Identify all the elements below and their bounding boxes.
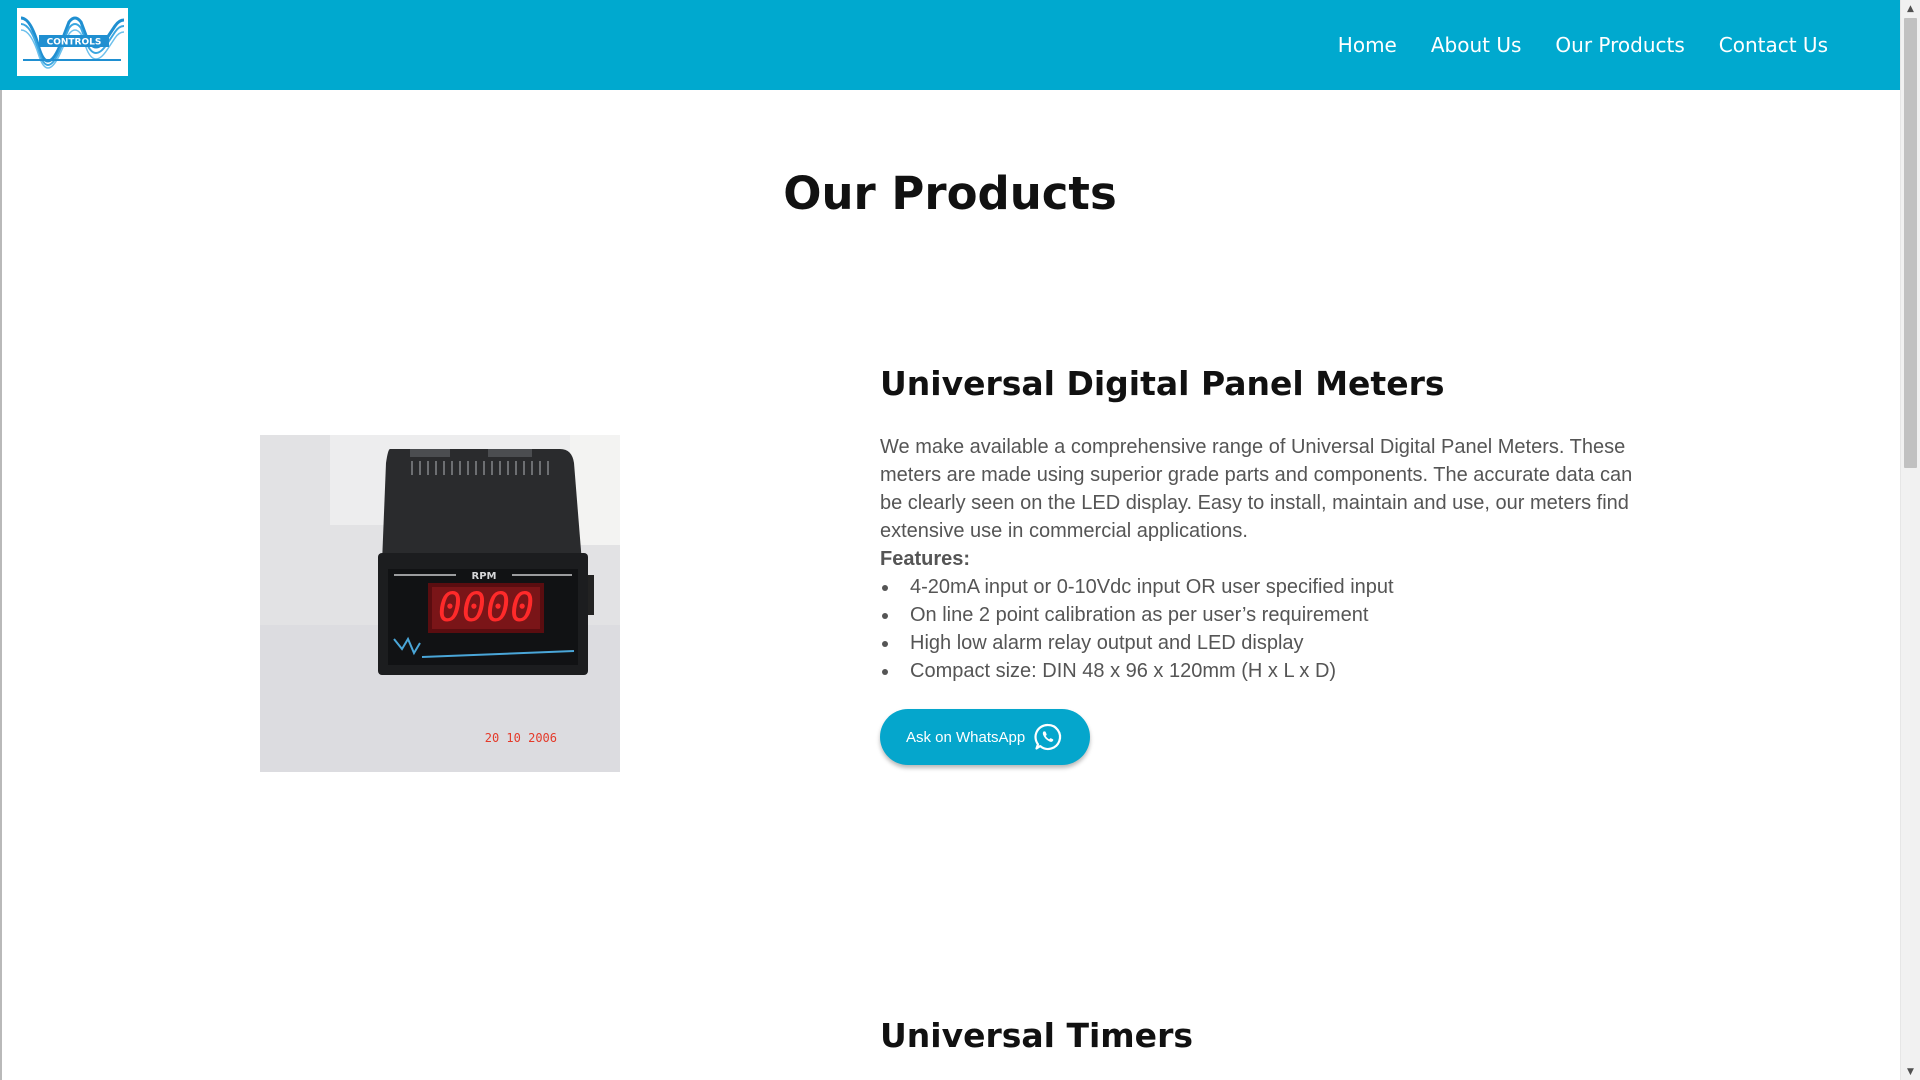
photo-date-stamp: 20 10 2006 xyxy=(485,731,557,745)
feature-item: High low alarm relay output and LED disp… xyxy=(880,629,1394,657)
nav-contact-us[interactable]: Contact Us xyxy=(1719,33,1828,57)
page: CONTROLS Home About Us Our Products Cont… xyxy=(0,0,1920,1080)
meter-label: RPM xyxy=(472,571,497,582)
window-edge xyxy=(0,0,2,1080)
nav-our-products[interactable]: Our Products xyxy=(1555,33,1684,57)
site-logo[interactable]: CONTROLS xyxy=(17,8,128,76)
product-title: Universal Digital Panel Meters xyxy=(880,364,1445,403)
product-description: We make available a comprehensive range … xyxy=(880,436,1633,542)
scrollbar-thumb[interactable] xyxy=(1904,18,1917,468)
logo-text: CONTROLS xyxy=(47,38,102,48)
led-readout: 0000 xyxy=(438,585,534,631)
page-title: Our Products xyxy=(783,167,1117,220)
logo-graphic: CONTROLS xyxy=(17,8,128,76)
whatsapp-icon xyxy=(1033,722,1063,752)
product-image-panel-meter: RPM 0000 20 10 2006 xyxy=(260,435,620,772)
features-label: Features: xyxy=(880,548,971,570)
features-list: 4-20mA input or 0-10Vdc input OR user sp… xyxy=(880,573,1394,685)
panel-meter-illustration: RPM 0000 20 10 2006 xyxy=(260,435,620,772)
product-title: Universal Timers xyxy=(880,1016,1193,1055)
whatsapp-button-label: Ask on WhatsApp xyxy=(906,728,1026,746)
feature-item: On line 2 point calibration as per user’… xyxy=(880,601,1394,629)
feature-item: Compact size: DIN 48 x 96 x 120mm (H x L… xyxy=(880,657,1394,685)
site-header: CONTROLS Home About Us Our Products Cont… xyxy=(0,0,1900,90)
nav-home[interactable]: Home xyxy=(1338,33,1397,57)
ask-on-whatsapp-button[interactable]: Ask on WhatsApp xyxy=(880,709,1090,765)
main-nav: Home About Us Our Products Contact Us xyxy=(1338,0,1828,90)
feature-item: 4-20mA input or 0-10Vdc input OR user sp… xyxy=(880,573,1394,601)
nav-about-us[interactable]: About Us xyxy=(1431,33,1522,57)
scroll-up-arrow-icon[interactable]: ▲ xyxy=(1901,0,1920,17)
scroll-down-arrow-icon[interactable]: ▼ xyxy=(1901,1063,1920,1080)
vertical-scrollbar[interactable]: ▲ ▼ xyxy=(1900,0,1920,1080)
